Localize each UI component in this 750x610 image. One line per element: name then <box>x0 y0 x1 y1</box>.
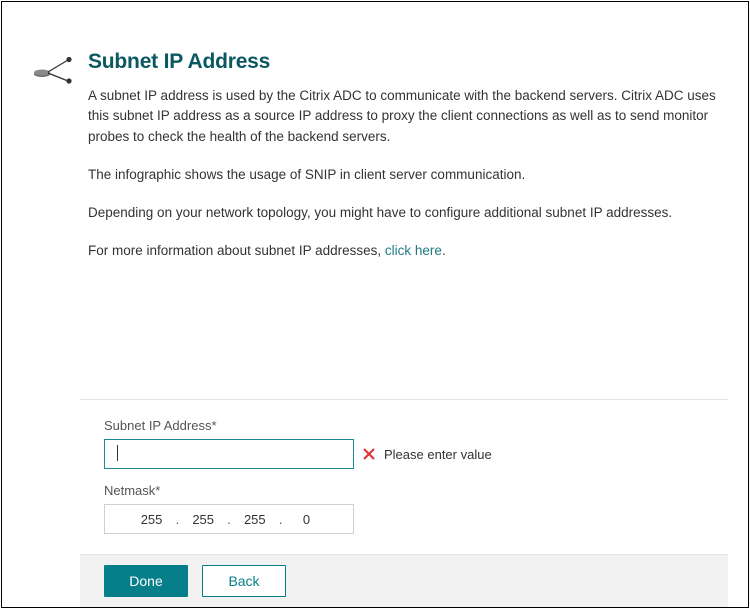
content-area: Subnet IP Address A subnet IP address is… <box>2 2 748 280</box>
subnet-ip-label: Subnet IP Address* <box>104 418 704 433</box>
text-caret <box>117 445 118 461</box>
form-section: Subnet IP Address* Please enter value Ne… <box>2 399 748 607</box>
subnet-ip-row: Please enter value <box>104 439 704 469</box>
netmask-label: Netmask* <box>104 483 704 498</box>
subnet-ip-input[interactable] <box>104 439 354 469</box>
done-button[interactable]: Done <box>104 565 188 597</box>
netmask-octet-2[interactable] <box>185 512 221 527</box>
error-message: Please enter value <box>384 447 492 462</box>
intro-paragraph-4: For more information about subnet IP add… <box>88 241 716 261</box>
text-column: Subnet IP Address A subnet IP address is… <box>88 50 716 280</box>
intro-paragraph-2: The infographic shows the usage of SNIP … <box>88 165 716 185</box>
octet-separator: . <box>279 512 283 527</box>
more-info-post: . <box>442 243 446 258</box>
button-bar: Done Back <box>80 555 728 607</box>
page-title: Subnet IP Address <box>88 50 716 74</box>
network-share-icon <box>34 56 74 89</box>
intro-paragraph-3: Depending on your network topology, you … <box>88 203 716 223</box>
dialog-frame: Subnet IP Address A subnet IP address is… <box>1 1 749 608</box>
octet-separator: . <box>176 512 180 527</box>
form-inner: Subnet IP Address* Please enter value Ne… <box>80 399 728 555</box>
netmask-octet-1[interactable] <box>134 512 170 527</box>
netmask-octet-3[interactable] <box>237 512 273 527</box>
octet-separator: . <box>227 512 231 527</box>
error-x-icon <box>362 447 376 461</box>
more-info-pre: For more information about subnet IP add… <box>88 243 385 258</box>
netmask-octet-4[interactable] <box>288 512 324 527</box>
intro-paragraph-1: A subnet IP address is used by the Citri… <box>88 86 716 147</box>
header-row: Subnet IP Address A subnet IP address is… <box>34 50 716 280</box>
more-info-link[interactable]: click here <box>385 243 442 258</box>
back-button[interactable]: Back <box>202 565 286 597</box>
netmask-input[interactable]: . . . <box>104 504 354 534</box>
